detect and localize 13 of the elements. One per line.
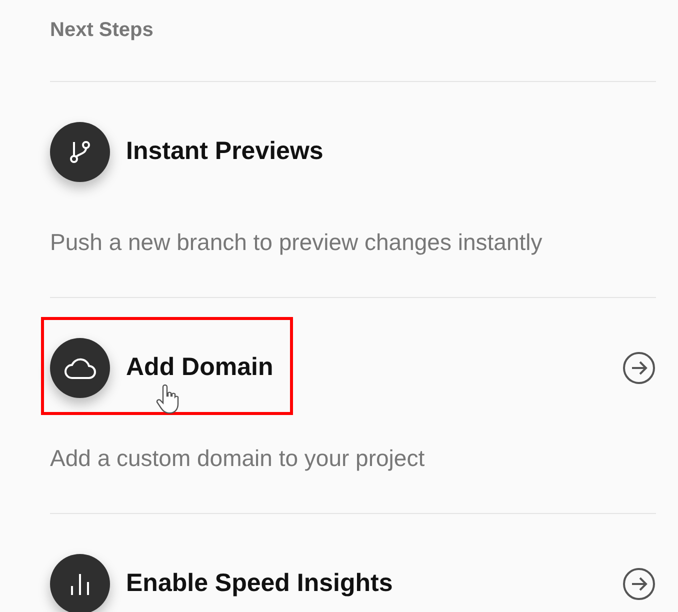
step-title[interactable]: Instant Previews bbox=[126, 133, 324, 171]
step-description: Add a custom domain to your project bbox=[50, 444, 426, 469]
bar-chart-icon bbox=[69, 571, 91, 597]
arrow-right-icon bbox=[622, 351, 656, 385]
arrow-button[interactable] bbox=[622, 567, 656, 601]
branch-icon bbox=[68, 139, 92, 165]
step-title[interactable]: Add Domain bbox=[126, 349, 274, 387]
arrow-button[interactable] bbox=[622, 351, 656, 385]
arrow-right-icon bbox=[622, 567, 656, 601]
step-title[interactable]: Enable Speed Insights bbox=[126, 565, 393, 603]
section-title: Next Steps bbox=[50, 19, 154, 41]
step-description: Push a new branch to preview changes instantly bbox=[50, 228, 544, 253]
cloud-icon bbox=[63, 356, 97, 380]
